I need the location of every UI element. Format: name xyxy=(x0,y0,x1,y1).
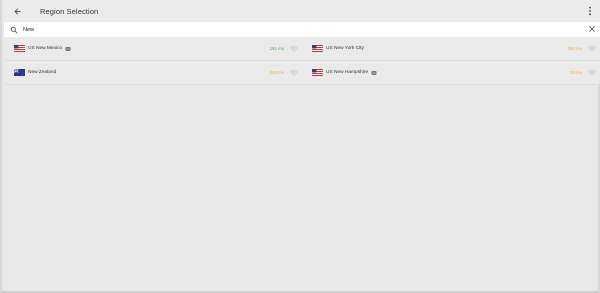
heart-outline-icon xyxy=(588,45,596,52)
region-item-new-zealand[interactable]: New Zealand 348 ms xyxy=(4,61,302,84)
heart-outline-icon xyxy=(290,45,298,52)
latency-label: 33 ms xyxy=(570,70,582,75)
favorite-button[interactable] xyxy=(290,69,298,76)
region-item-us-new-hampshire[interactable]: US New Hampshire 33 ms xyxy=(302,61,600,84)
arrow-left-icon xyxy=(14,8,20,14)
server-icon xyxy=(371,70,377,75)
us-flag-icon xyxy=(312,45,323,52)
search-icon xyxy=(7,22,21,37)
us-flag-icon xyxy=(14,45,25,52)
region-name: US New Mexico xyxy=(28,46,63,51)
overflow-menu-button[interactable] xyxy=(584,4,596,18)
nz-flag-icon xyxy=(14,69,25,76)
app-window: Region Selection New US New Mexico 191 m… xyxy=(0,0,600,293)
region-name: US New York City xyxy=(326,46,364,51)
heart-outline-icon xyxy=(588,69,596,76)
region-item-us-new-mexico[interactable]: US New Mexico 191 ms xyxy=(4,37,302,60)
favorite-button[interactable] xyxy=(290,45,298,52)
more-vert-icon xyxy=(589,6,591,16)
toolbar: Region Selection xyxy=(4,0,600,22)
close-icon xyxy=(589,26,595,32)
region-name: US New Hampshire xyxy=(326,70,369,75)
latency-label: 286 ms xyxy=(567,46,582,51)
page-title: Region Selection xyxy=(40,6,99,16)
favorite-button[interactable] xyxy=(588,69,596,76)
search-bar xyxy=(4,22,600,37)
region-name: New Zealand xyxy=(28,70,57,75)
clear-search-button[interactable] xyxy=(587,24,597,34)
region-row: New Zealand 348 ms US New Hampshire 33 m… xyxy=(4,61,600,85)
search-input[interactable] xyxy=(21,23,543,36)
back-button[interactable] xyxy=(6,0,28,22)
favorite-button[interactable] xyxy=(588,45,596,52)
latency-label: 191 ms xyxy=(269,46,284,51)
region-item-us-new-york-city[interactable]: US New York City 286 ms xyxy=(302,37,600,60)
heart-outline-icon xyxy=(290,69,298,76)
region-list: US New Mexico 191 ms US New York City 28… xyxy=(4,37,600,85)
region-row: US New Mexico 191 ms US New York City 28… xyxy=(4,37,600,61)
us-flag-icon xyxy=(312,69,323,76)
server-icon xyxy=(65,46,71,51)
latency-label: 348 ms xyxy=(269,70,284,75)
